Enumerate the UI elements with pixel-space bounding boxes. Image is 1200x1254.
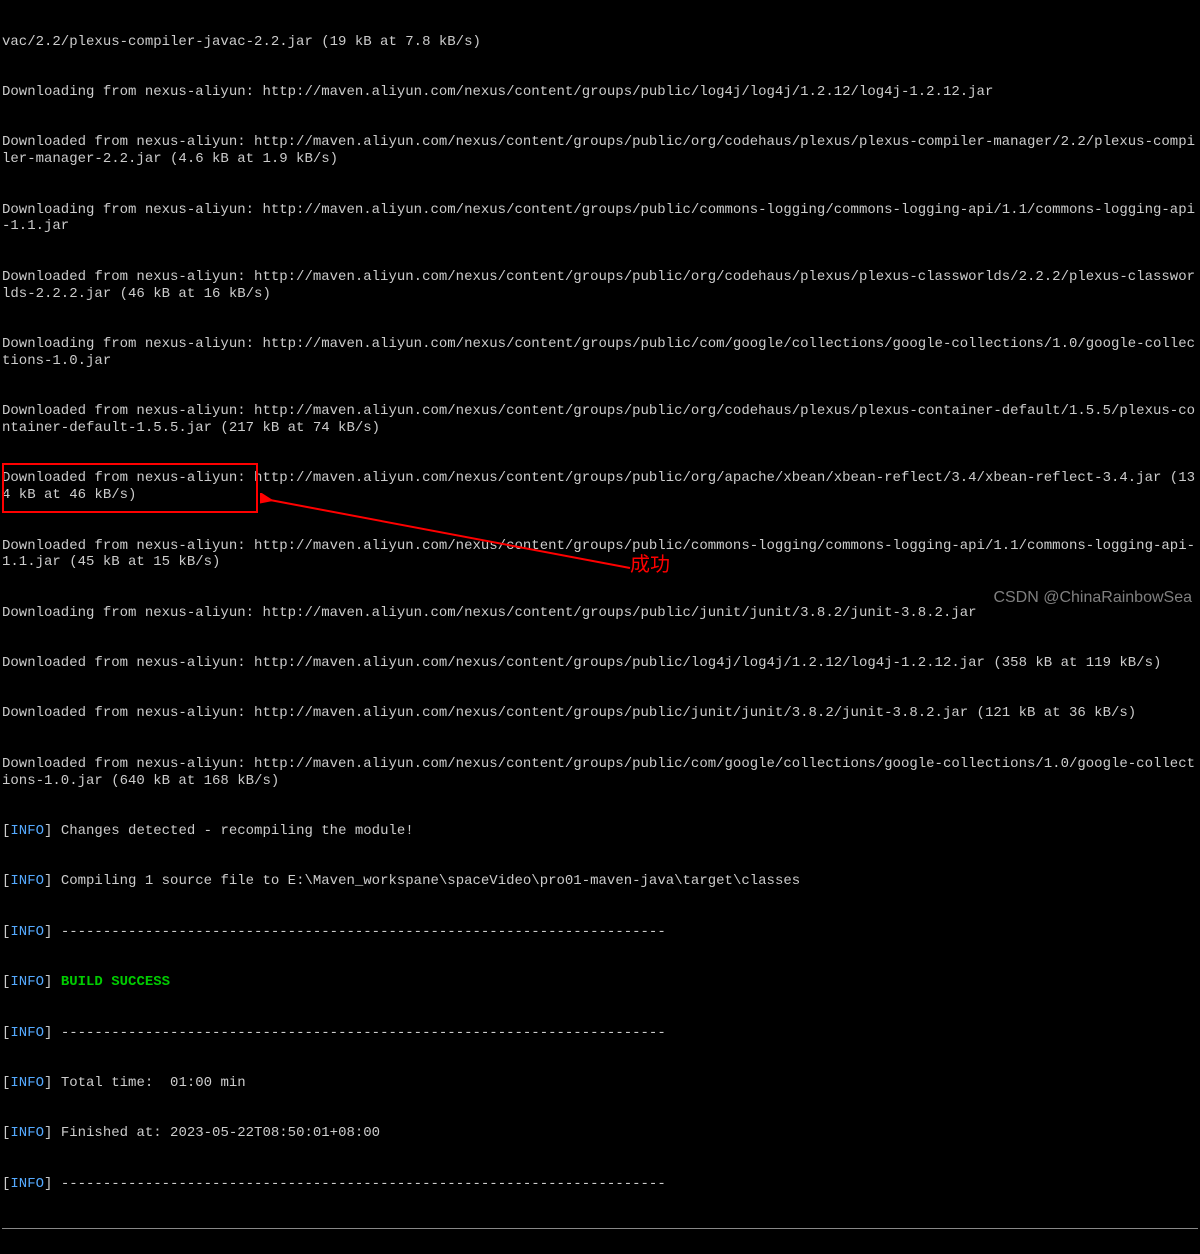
log-line: Downloaded from nexus-aliyun: http://mav… [2,470,1198,504]
info-line: [INFO] ---------------------------------… [2,1025,1198,1042]
log-line: Downloaded from nexus-aliyun: http://mav… [2,269,1198,303]
info-line: [INFO] ---------------------------------… [2,1176,1198,1193]
log-line: Downloaded from nexus-aliyun: http://mav… [2,403,1198,437]
info-line: [INFO] Finished at: 2023-05-22T08:50:01+… [2,1125,1198,1142]
info-line: [INFO] ---------------------------------… [2,924,1198,941]
terminal-output: vac/2.2/plexus-compiler-javac-2.2.jar (1… [0,0,1200,1254]
log-line: Downloaded from nexus-aliyun: http://mav… [2,134,1198,168]
log-line: Downloading from nexus-aliyun: http://ma… [2,84,1198,101]
watermark: CSDN @ChinaRainbowSea [993,588,1192,607]
info-line: [INFO] Compiling 1 source file to E:\Mav… [2,873,1198,890]
divider [2,1228,1198,1229]
info-build-success: [INFO] BUILD SUCCESS [2,974,1198,991]
log-line: Downloaded from nexus-aliyun: http://mav… [2,756,1198,790]
log-line: vac/2.2/plexus-compiler-javac-2.2.jar (1… [2,34,1198,51]
log-line: Downloaded from nexus-aliyun: http://mav… [2,705,1198,722]
log-line: Downloaded from nexus-aliyun: http://mav… [2,655,1198,672]
log-line: Downloading from nexus-aliyun: http://ma… [2,202,1198,236]
log-line: Downloading from nexus-aliyun: http://ma… [2,605,1198,622]
log-line: Downloaded from nexus-aliyun: http://mav… [2,538,1198,572]
info-line: [INFO] Changes detected - recompiling th… [2,823,1198,840]
log-line: Downloading from nexus-aliyun: http://ma… [2,336,1198,370]
info-line: [INFO] Total time: 01:00 min [2,1075,1198,1092]
